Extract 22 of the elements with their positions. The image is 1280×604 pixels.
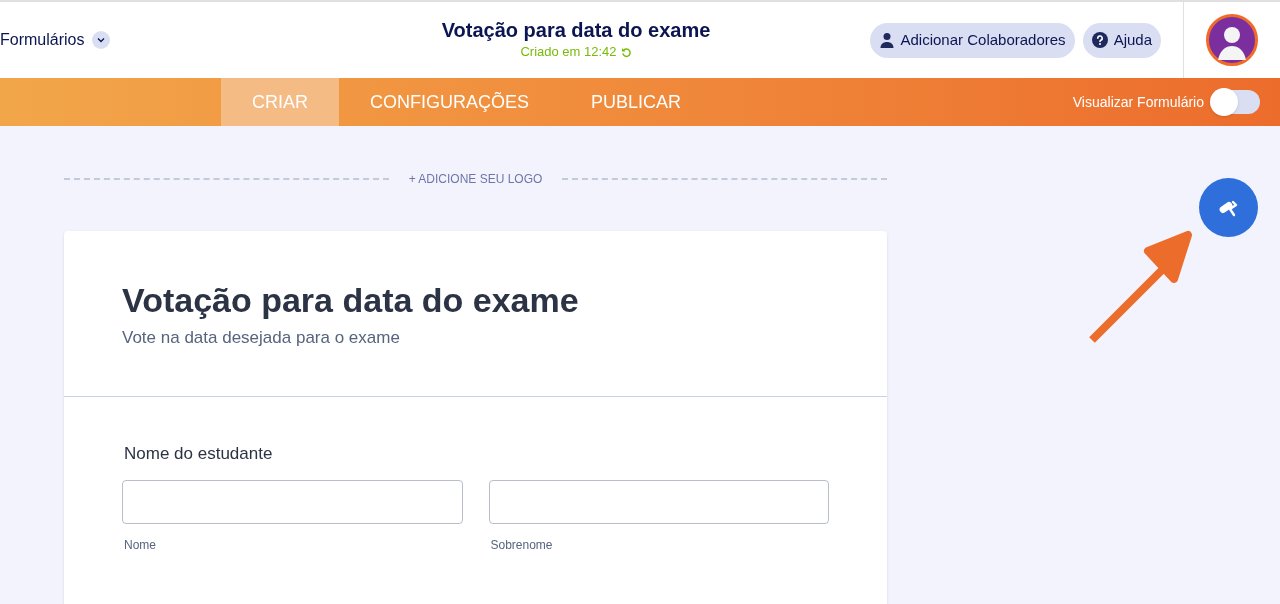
chevron-down-icon[interactable] (92, 31, 111, 49)
form-heading: Votação para data do exame (122, 280, 580, 321)
sublabel: Sobrenome (490, 536, 554, 554)
preview-toggle[interactable] (1212, 90, 1260, 114)
avatar[interactable] (1206, 14, 1258, 66)
field-label: Nome do estudante (124, 443, 274, 465)
help-icon (1091, 32, 1108, 48)
preview-form-label: Visualizar Formulário (1072, 92, 1204, 112)
add-logo-link[interactable]: + ADICIONE SEU LOGO (408, 169, 543, 188)
refresh-icon (620, 46, 632, 58)
form-title: Votação para data do exame (441, 18, 711, 43)
help-button[interactable]: Ajuda (1082, 22, 1161, 58)
input-field[interactable] (488, 479, 829, 524)
tab[interactable]: CONFIGURAÇÕES (339, 78, 561, 126)
sublabel: Nome (124, 536, 157, 554)
forms-menu[interactable]: Formulários (0, 28, 85, 52)
saved-status: Criado em 12:42 (520, 43, 617, 62)
add-collaborators-button[interactable]: Adicionar Colaboradores (869, 22, 1075, 58)
form-subheading: Vote na data desejada para o exame (122, 327, 401, 349)
person-icon (878, 32, 895, 48)
input-field[interactable] (122, 479, 463, 524)
tab[interactable]: PUBLICAR (560, 78, 713, 126)
